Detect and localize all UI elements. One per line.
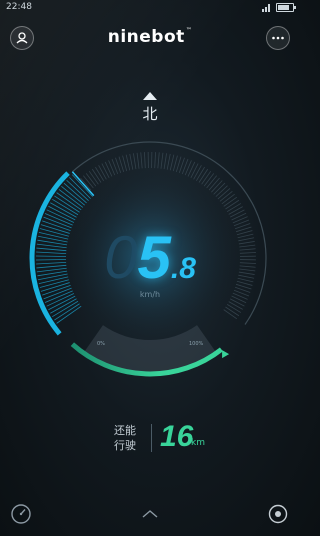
gauge-tick — [223, 196, 238, 207]
gauge-tick — [228, 206, 243, 215]
gauge-tick — [184, 160, 192, 176]
speed-ghost-digit: 0 — [104, 224, 138, 291]
gauge-icon — [11, 504, 31, 524]
range-unit: km — [191, 438, 205, 448]
gauge-tick — [125, 154, 131, 171]
gauge-tick — [140, 152, 143, 169]
gauge-tick — [196, 166, 205, 182]
gauge-tick — [223, 309, 238, 320]
gauge-tick — [101, 163, 110, 178]
gauge-tick — [166, 153, 171, 170]
locate-button[interactable] — [266, 502, 290, 526]
gauge-tick — [190, 163, 199, 178]
gauge-tick — [157, 152, 160, 169]
gauge-tick — [169, 154, 175, 171]
dashboard-button[interactable] — [9, 502, 33, 526]
gauge-tick — [230, 298, 245, 307]
gauge-tick — [225, 306, 240, 317]
gauge-tick — [80, 177, 92, 191]
gauge-tick — [203, 173, 215, 187]
gauge-tick — [231, 212, 247, 221]
remaining-range: 还能 行驶 16 km — [0, 420, 300, 460]
gauge-tick — [193, 165, 202, 180]
gauge-tick — [226, 304, 242, 313]
speed-value: 5 — [137, 224, 171, 291]
gauge-tick — [213, 182, 226, 195]
battery-min-label: 0% — [97, 341, 105, 347]
gauge-tick — [122, 155, 128, 172]
speed-unit: km/h — [139, 290, 161, 299]
expand-button[interactable] — [138, 502, 162, 526]
gauge-tick — [129, 153, 134, 170]
gauge-tick — [230, 209, 245, 218]
gauge-tick — [133, 153, 137, 170]
range-value: 16 — [160, 420, 194, 453]
range-label-line1: 还能 — [114, 424, 136, 437]
gauge-tick — [201, 170, 212, 185]
range-label-line2: 行驶 — [114, 439, 136, 452]
gauge-tick — [225, 199, 240, 210]
range-label: 还能 行驶 — [114, 423, 142, 453]
gauge-tick — [108, 160, 116, 176]
range-divider — [151, 424, 152, 452]
bottom-bar — [0, 494, 300, 536]
gauge-tick — [163, 153, 167, 170]
gauge-tick — [208, 177, 220, 191]
gauge-tick — [219, 190, 233, 202]
chevron-up-icon — [142, 510, 158, 518]
gauge-tick — [154, 152, 156, 169]
gauge-tick — [232, 216, 248, 224]
gauge-tick — [226, 203, 242, 212]
gauge-tick — [56, 305, 82, 324]
gauge-tick — [187, 161, 196, 177]
gauge-tick — [221, 193, 235, 205]
gauge-tick — [104, 161, 113, 177]
gauge-tick — [160, 152, 164, 169]
gauge-tick — [211, 180, 223, 193]
speed-decimal: .8 — [170, 252, 196, 285]
battery-marker-icon — [222, 350, 230, 359]
gauge-tick — [228, 301, 243, 310]
target-icon — [268, 504, 288, 524]
gauge-tick — [217, 188, 231, 200]
gauge-tick — [144, 152, 146, 169]
gauge-tick — [136, 152, 140, 169]
gauge-tick — [98, 165, 107, 180]
gauge-tick — [198, 168, 209, 183]
battery-max-label: 100% — [189, 341, 204, 347]
gauge-tick — [91, 168, 102, 183]
gauge-tick — [172, 155, 178, 172]
speed-readout: 05.8 km/h — [0, 228, 300, 300]
gauge-tick — [85, 173, 97, 187]
gauge-tick — [88, 170, 99, 185]
gauge-tick — [95, 166, 104, 182]
gauge-tick — [215, 185, 228, 197]
gauge-tick — [206, 175, 218, 189]
